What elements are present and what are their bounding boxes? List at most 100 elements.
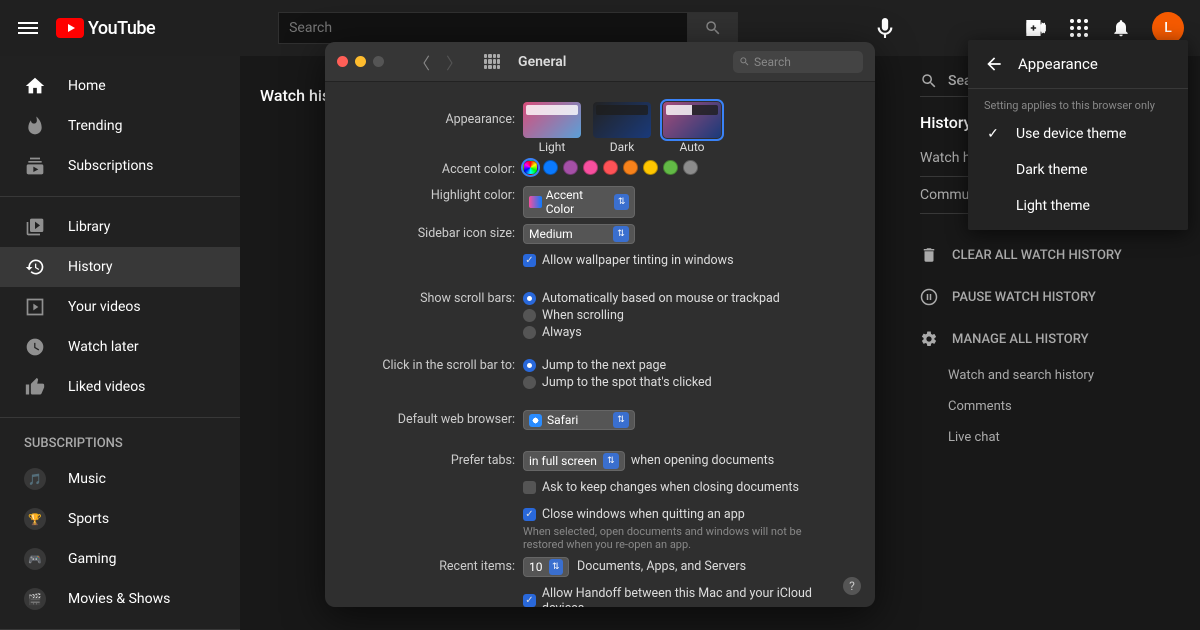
browser-select[interactable]: Safari⇅ (523, 410, 635, 430)
gear-icon (920, 330, 938, 348)
search-icon (704, 19, 722, 37)
accent-gray[interactable] (683, 160, 698, 175)
window-controls (337, 56, 384, 67)
radio-label: Jump to the next page (542, 358, 666, 373)
close-button[interactable] (337, 56, 348, 67)
highlight-select[interactable]: Accent Color⇅ (523, 186, 635, 218)
recent-select[interactable]: 10 ⇅ (523, 557, 569, 577)
maximize-button[interactable] (373, 56, 384, 67)
scroll-click-radio-page[interactable]: Jump to the next page (523, 358, 855, 373)
sidebar-item-history[interactable]: History (0, 247, 240, 287)
microphone-icon (877, 18, 893, 38)
trash-icon (920, 246, 938, 264)
youtube-logo[interactable]: YouTube (56, 18, 155, 39)
avatar-initial: L (1164, 20, 1172, 36)
help-button[interactable]: ? (843, 577, 861, 595)
voice-search-button[interactable] (867, 10, 903, 46)
search-button[interactable] (688, 12, 738, 44)
appearance-auto-option[interactable]: Auto (663, 102, 721, 154)
sidebar-item-library[interactable]: Library (0, 207, 240, 247)
appearance-popup: Appearance Setting applies to this brows… (968, 40, 1188, 230)
prefs-body: Appearance: Light Dark Auto Accent color… (325, 82, 875, 607)
play-square-icon (24, 296, 46, 318)
menu-icon[interactable] (16, 16, 40, 40)
scroll-click-radio-spot[interactable]: Jump to the spot that's clicked (523, 375, 855, 390)
accent-blue[interactable] (543, 160, 558, 175)
appearance-label: Appearance: (345, 102, 523, 138)
ask-changes-checkbox[interactable]: Ask to keep changes when closing documen… (523, 480, 855, 495)
option-label: Dark theme (1016, 162, 1088, 178)
scroll-radio-always[interactable]: Always (523, 325, 855, 340)
action-label: PAUSE WATCH HISTORY (952, 290, 1096, 305)
close-windows-checkbox[interactable]: ✓Close windows when quitting an app (523, 507, 855, 522)
appearance-option-dark[interactable]: Dark theme (968, 152, 1188, 188)
accent-yellow[interactable] (643, 160, 658, 175)
sidebar-item-trending[interactable]: Trending (0, 106, 240, 146)
appearance-light-option[interactable]: Light (523, 102, 581, 154)
sidebar-item-watch-later[interactable]: Watch later (0, 327, 240, 367)
tabs-select[interactable]: in full screen⇅ (523, 451, 625, 471)
sidebar-item-movies[interactable]: 🎬Movies & Shows (0, 579, 240, 619)
accent-pink[interactable] (583, 160, 598, 175)
sidebar-item-sports[interactable]: 🏆Sports (0, 499, 240, 539)
accent-multicolor[interactable] (523, 160, 538, 175)
highlight-label: Highlight color: (345, 186, 523, 206)
appearance-title: Appearance (1018, 55, 1098, 73)
chevron-updown-icon: ⇅ (549, 559, 564, 575)
grid-icon[interactable] (484, 54, 500, 70)
forward-arrow-icon[interactable]: 〉 (446, 50, 462, 74)
appearance-note: Setting applies to this browser only (968, 89, 1188, 116)
back-arrow-icon[interactable] (984, 54, 1004, 74)
apps-icon[interactable] (1068, 17, 1090, 39)
sidebar-item-label: Movies & Shows (68, 591, 170, 607)
divider (0, 196, 240, 197)
appearance-option-light[interactable]: Light theme (968, 188, 1188, 224)
sub-link-live-chat[interactable]: Live chat (920, 422, 1180, 453)
sidebar-item-subscriptions[interactable]: Subscriptions (0, 146, 240, 186)
sidebar-item-music[interactable]: 🎵Music (0, 459, 240, 499)
search-icon (920, 72, 938, 90)
notifications-icon[interactable] (1110, 17, 1132, 39)
appearance-popup-header: Appearance (968, 40, 1188, 89)
minimize-button[interactable] (355, 56, 366, 67)
browser-label: Default web browser: (345, 410, 523, 430)
radio-icon (523, 359, 536, 372)
scroll-radio-auto[interactable]: Automatically based on mouse or trackpad (523, 291, 855, 306)
create-icon[interactable] (1026, 17, 1048, 39)
chevron-updown-icon: ⇅ (614, 194, 629, 210)
handoff-checkbox[interactable]: ✓Allow Handoff between this Mac and your… (523, 586, 855, 608)
accent-orange[interactable] (623, 160, 638, 175)
accent-purple[interactable] (563, 160, 578, 175)
sidebar-item-home[interactable]: Home (0, 66, 240, 106)
select-value: 10 (529, 560, 543, 574)
clear-history-button[interactable]: CLEAR ALL WATCH HISTORY (920, 234, 1180, 276)
search-placeholder: Search (754, 55, 791, 69)
accent-red[interactable] (603, 160, 618, 175)
radio-label: Jump to the spot that's clicked (542, 375, 712, 390)
checkbox-icon: ✓ (523, 508, 536, 521)
search-input[interactable] (278, 12, 688, 44)
pause-history-button[interactable]: PAUSE WATCH HISTORY (920, 276, 1180, 318)
sidebar-icon-select[interactable]: Medium⇅ (523, 224, 635, 244)
select-value: in full screen (529, 454, 597, 468)
checkbox-label: Ask to keep changes when closing documen… (542, 480, 799, 495)
sub-link-comments[interactable]: Comments (920, 391, 1180, 422)
back-arrow-icon[interactable]: 〈 (414, 50, 430, 74)
accent-label: Accent color: (345, 160, 523, 180)
sidebar-icon-label: Sidebar icon size: (345, 224, 523, 244)
prefs-search[interactable]: Search (733, 51, 863, 73)
wallpaper-tint-checkbox[interactable]: ✓Allow wallpaper tinting in windows (523, 253, 855, 268)
subscriptions-icon (24, 155, 46, 177)
sidebar-item-your-videos[interactable]: Your videos (0, 287, 240, 327)
sidebar-item-label: Liked videos (68, 379, 145, 395)
scroll-radio-scrolling[interactable]: When scrolling (523, 308, 855, 323)
sidebar-item-liked-videos[interactable]: Liked videos (0, 367, 240, 407)
youtube-play-icon (56, 18, 84, 38)
manage-history-button[interactable]: MANAGE ALL HISTORY (920, 318, 1180, 360)
tabs-suffix: when opening documents (631, 453, 774, 468)
sub-link-watch-search[interactable]: Watch and search history (920, 360, 1180, 391)
accent-green[interactable] (663, 160, 678, 175)
sidebar-item-gaming[interactable]: 🎮Gaming (0, 539, 240, 579)
appearance-dark-option[interactable]: Dark (593, 102, 651, 154)
appearance-option-device[interactable]: ✓Use device theme (968, 116, 1188, 152)
